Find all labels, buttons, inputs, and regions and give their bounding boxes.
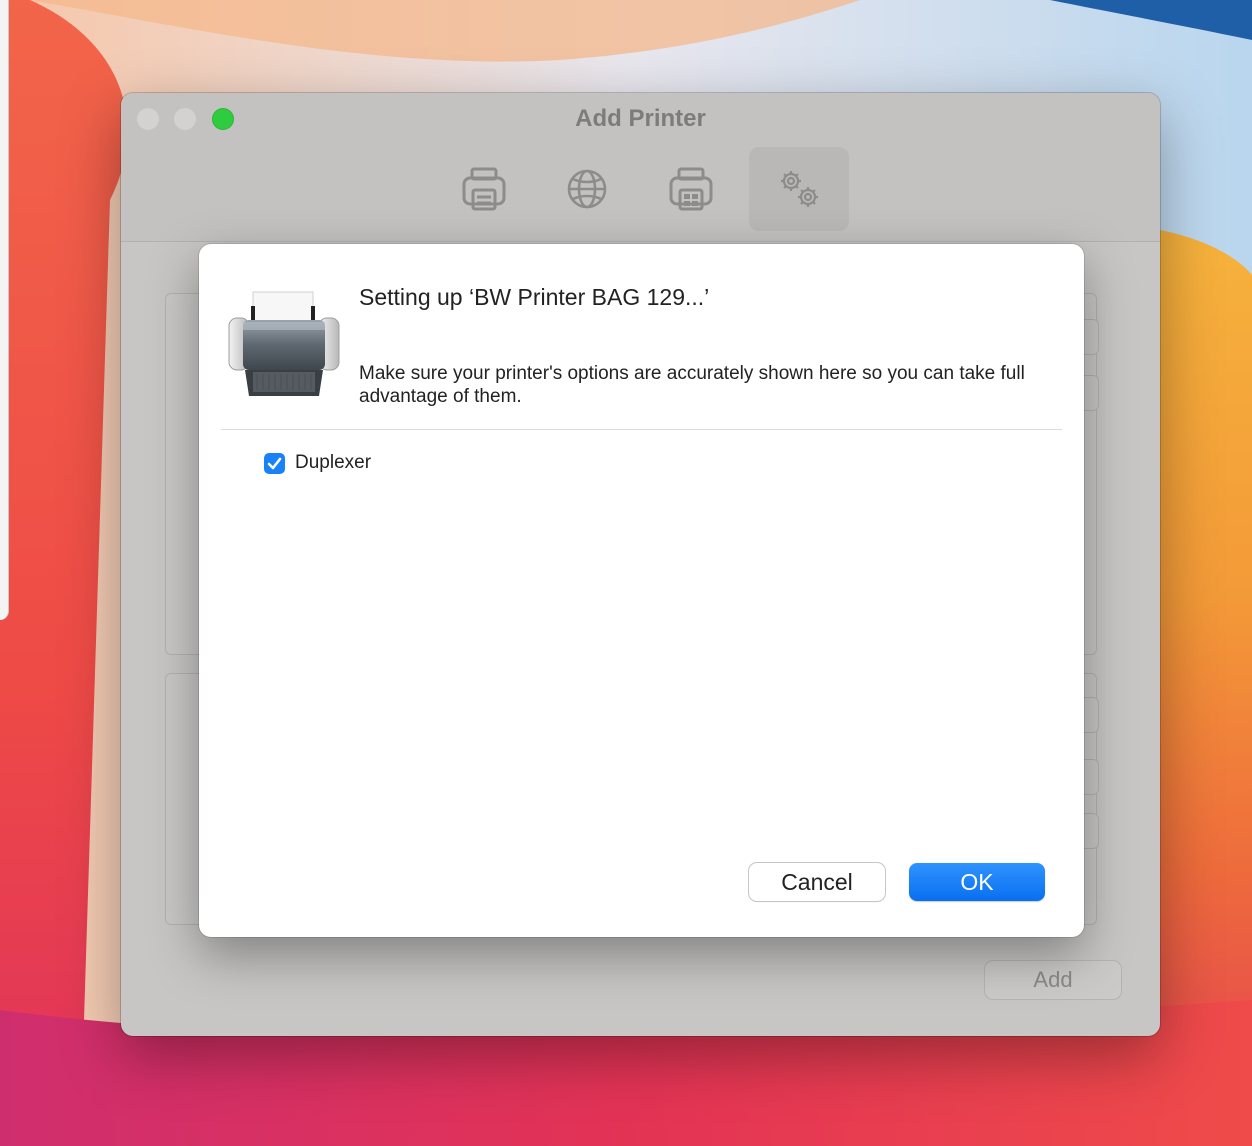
checkmark-icon [267,457,282,469]
duplexer-option[interactable]: Duplexer [264,452,371,474]
windows-printer-icon [669,167,713,211]
printer-icon [462,167,506,211]
window-titlebar: Add Printer [121,93,1160,242]
toolbar-ip-button[interactable] [537,147,637,231]
globe-icon [567,169,607,209]
cancel-button[interactable]: Cancel [749,863,885,901]
sheet-title: Setting up ‘BW Printer BAG 129...’ [359,284,710,310]
add-button[interactable]: Add [985,961,1121,999]
duplexer-label: Duplexer [295,452,372,473]
duplexer-checkbox[interactable] [264,452,285,474]
background-panel [0,0,9,620]
ok-button[interactable]: OK [909,863,1045,901]
setup-sheet: Setting up ‘BW Printer BAG 129...’ Make … [199,244,1084,937]
toolbar-windows-button[interactable] [641,147,741,231]
sheet-description: Make sure your printer's options are acc… [359,363,1025,407]
desktop: Add Printer Add Setting up ‘BW Printer B… [0,0,1252,1146]
toolbar-default-button[interactable] [434,147,534,231]
window-title: Add Printer [575,105,706,132]
divider [221,429,1062,430]
toolbar-advanced-button[interactable] [749,147,849,231]
gears-icon [781,171,818,207]
printer-icon [228,291,340,396]
